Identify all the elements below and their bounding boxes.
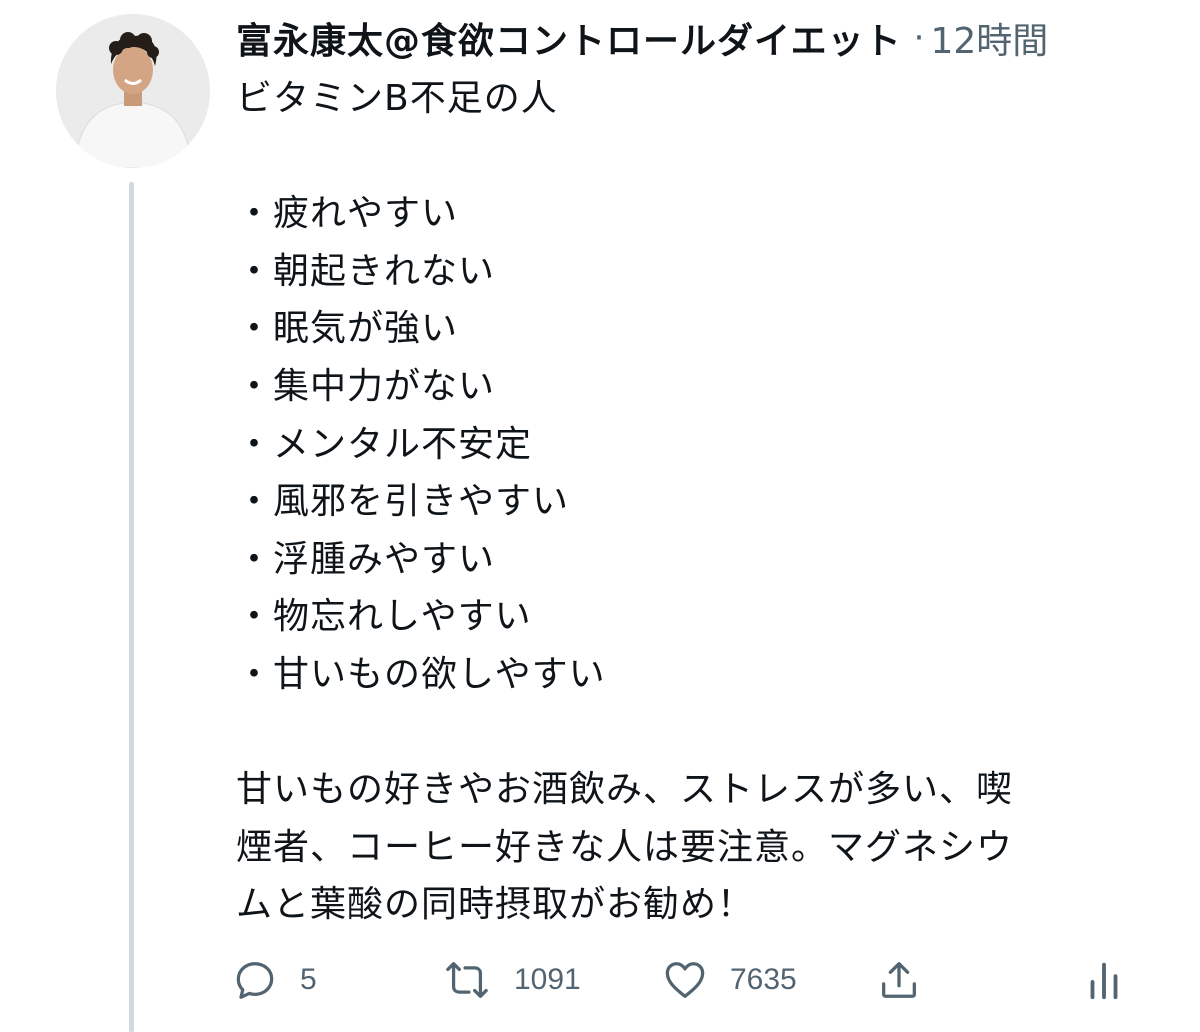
like-icon [665, 962, 705, 998]
analytics-button[interactable] [1084, 950, 1124, 1010]
avatar-photo [56, 14, 210, 168]
analytics-icon [1090, 962, 1118, 1000]
retweet-count: 1091 [514, 963, 581, 996]
reply-count: 5 [300, 963, 317, 996]
share-icon [882, 962, 916, 998]
like-button[interactable]: 7635 [662, 950, 797, 1010]
share-button[interactable] [876, 950, 922, 1010]
display-name[interactable]: 富永康太@食欲コントロールダイエット [236, 12, 902, 64]
like-count: 7635 [730, 963, 797, 996]
reply-button[interactable]: 5 [232, 950, 317, 1010]
reply-icon [236, 962, 274, 999]
separator-dot: · [913, 18, 925, 58]
tweet-text: ビタミンB不足の人 ・疲れやすい ・朝起きれない ・眠気が強い ・集中力がない … [236, 78, 1014, 926]
tweet-header: 富永康太@食欲コントロールダイエット · 12時間 [236, 10, 1186, 66]
thread-connector-line [129, 182, 134, 1032]
action-bar: 5 1091 7635 [232, 950, 1132, 1010]
retweet-icon [446, 962, 488, 998]
retweet-button[interactable]: 1091 [442, 950, 581, 1010]
avatar[interactable] [56, 14, 210, 168]
timestamp[interactable]: 12時間 [930, 12, 1048, 64]
